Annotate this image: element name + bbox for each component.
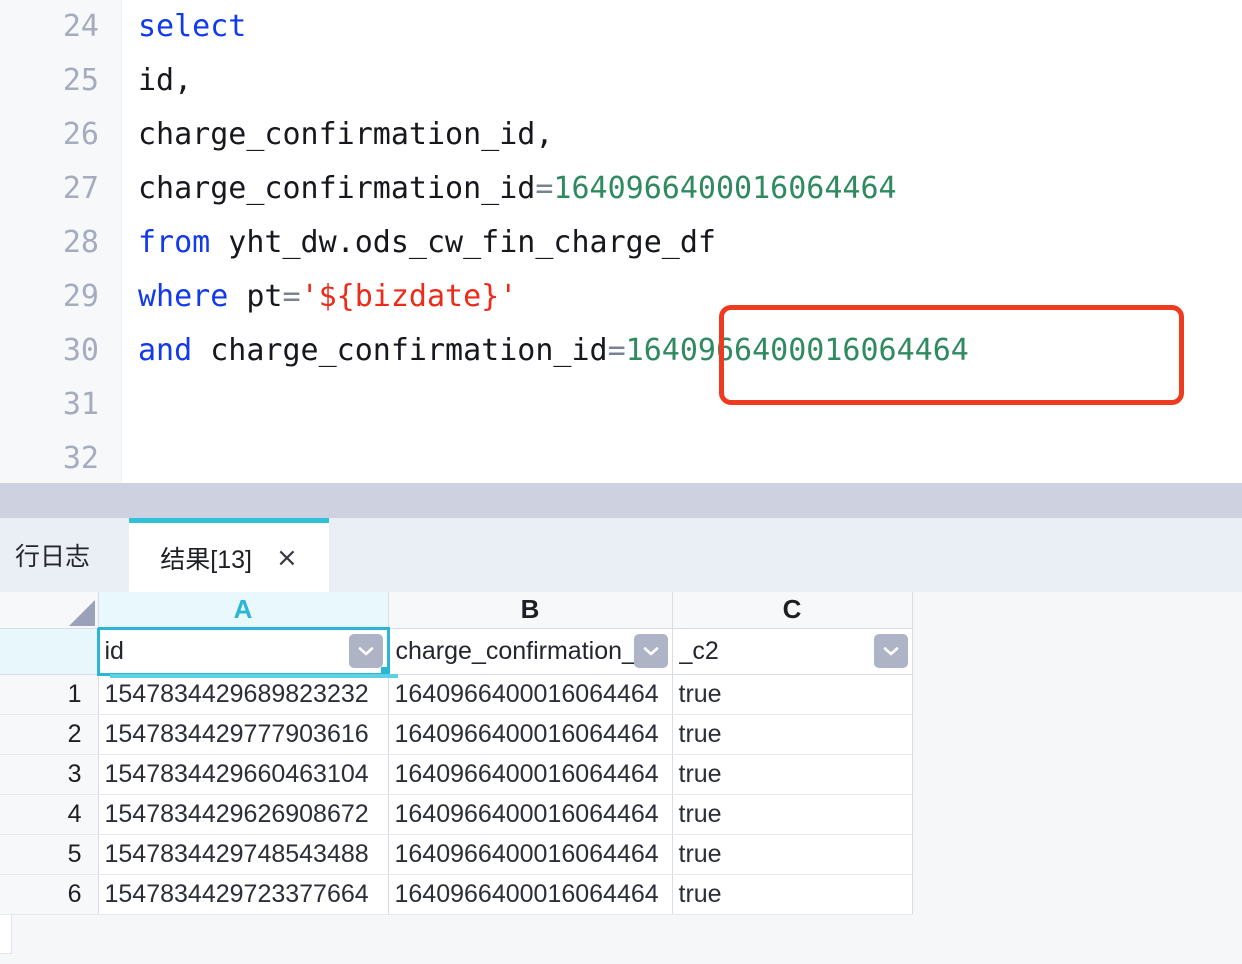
code-token-num: 1640966400016064464	[625, 333, 969, 368]
table-cell[interactable]: 1547834429626908672	[98, 794, 389, 835]
code-token-plain: charge_confirmation_id	[138, 171, 536, 206]
code-line[interactable]: from yht_dw.ods_cw_fin_charge_df	[122, 216, 1242, 270]
table-row[interactable]: 4 1547834429626908672 1640966400016064464 t…	[0, 794, 913, 835]
result-grid-container[interactable]: A B Cid charge_confirmation_i _c2 1 1547834429…	[0, 592, 1242, 964]
panel-splitter[interactable]	[0, 483, 1242, 518]
result-grid[interactable]: A B Cid charge_confirmation_i _c2 1 1547834429…	[0, 592, 913, 915]
code-token-plain: id,	[138, 63, 193, 98]
line-number: 24	[62, 9, 99, 44]
row-number[interactable]: 1	[0, 674, 99, 715]
table-cell[interactable]: 1640966400016064464	[388, 754, 673, 795]
code-line[interactable]: select	[122, 0, 1242, 54]
code-area[interactable]: select id, charge_confirmation_id, charge_c…	[122, 0, 1242, 483]
table-cell[interactable]: 1640966400016064464	[388, 874, 673, 915]
row-number[interactable]: 4	[0, 794, 99, 835]
results-tabbar: 行日志 结果[13] ×	[0, 518, 1242, 592]
row-number[interactable]: 5	[0, 834, 99, 875]
code-line[interactable]: id,	[122, 54, 1242, 108]
select-all-triangle-icon	[68, 599, 95, 626]
sliver-cell	[0, 914, 12, 954]
line-number: 26	[62, 117, 99, 152]
code-token-op: =	[535, 171, 554, 206]
field-header-label: id	[104, 636, 124, 665]
code-line[interactable]: and charge_confirmation_id=1640966400016…	[122, 324, 1242, 378]
field-header-label: _c2	[678, 636, 719, 665]
code-token-plain: charge_confirmation_id,	[138, 117, 554, 152]
sql-editor[interactable]: 24 25 26 27 28 29 30 31 32 select id, charge_confi…	[0, 0, 1242, 483]
tab-run-log[interactable]: 行日志	[0, 518, 90, 592]
table-cell[interactable]: true	[672, 754, 913, 795]
line-number: 30	[62, 333, 99, 368]
field-row-corner	[0, 628, 99, 675]
table-cell[interactable]: 1547834429689823232	[98, 674, 389, 715]
table-cell[interactable]: 1640966400016064464	[388, 794, 673, 835]
code-line[interactable]: charge_confirmation_id=16409664000160644…	[122, 162, 1242, 216]
field-name-row: id charge_confirmation_i _c2	[0, 626, 913, 676]
chevron-down-icon[interactable]	[873, 634, 908, 668]
row-number[interactable]: 2	[0, 714, 99, 755]
field-header-cell-a[interactable]: id	[96, 626, 390, 676]
row-number[interactable]: 3	[0, 754, 99, 795]
table-row[interactable]: 2 1547834429777903616 1640966400016064464 t…	[0, 714, 913, 755]
fill-handle[interactable]	[380, 666, 385, 671]
chevron-down-icon[interactable]	[633, 634, 668, 668]
select-all-corner[interactable]	[0, 592, 99, 629]
tab-result-label: 结果[13]	[160, 545, 252, 574]
close-icon[interactable]: ×	[276, 545, 298, 571]
table-cell[interactable]: 1547834429660463104	[98, 754, 389, 795]
table-cell[interactable]: true	[672, 714, 913, 755]
table-row[interactable]: 5 1547834429748543488 1640966400016064464 t…	[0, 834, 913, 875]
app-root: 24 25 26 27 28 29 30 31 32 select id, charge_confi…	[0, 0, 1242, 964]
table-row[interactable]: 6 1547834429723377664 1640966400016064464 t…	[0, 874, 913, 915]
code-token-num: 1640966400016064464	[553, 171, 897, 206]
line-number: 25	[62, 63, 99, 98]
results-panel: 行日志 结果[13] × A B Cid charge_confirmation_i _…	[0, 518, 1242, 964]
field-header-cell-b[interactable]: charge_confirmation_i	[388, 628, 673, 675]
row-number[interactable]: 6	[0, 874, 99, 915]
table-cell[interactable]: true	[672, 674, 913, 715]
code-token-kw: select	[138, 9, 247, 44]
code-line[interactable]: where pt='${bizdate}'	[122, 270, 1242, 324]
field-header-cell-c[interactable]: _c2	[672, 628, 913, 675]
code-line[interactable]	[122, 378, 1242, 432]
line-number: 32	[62, 441, 99, 476]
code-token-op: =	[282, 279, 301, 314]
table-cell[interactable]: true	[672, 874, 913, 915]
code-token-op: =	[607, 333, 626, 368]
table-cell[interactable]: 1640966400016064464	[388, 834, 673, 875]
code-token-kw: and	[138, 333, 193, 368]
tab-result[interactable]: 结果[13] ×	[129, 518, 329, 592]
code-line[interactable]	[122, 432, 1242, 483]
line-number-gutter: 24 25 26 27 28 29 30 31 32	[0, 0, 122, 483]
code-token-plain: pt	[228, 279, 283, 314]
table-cell[interactable]: 1547834429777903616	[98, 714, 389, 755]
table-row[interactable]: 1 1547834429689823232 1640966400016064464 t…	[0, 674, 913, 715]
line-number: 28	[62, 225, 99, 260]
code-line[interactable]: charge_confirmation_id,	[122, 108, 1242, 162]
code-token-kw: where	[138, 279, 229, 314]
table-cell[interactable]: true	[672, 834, 913, 875]
table-cell[interactable]: true	[672, 794, 913, 835]
code-token-plain: yht_dw.ods_cw_fin_charge_df	[210, 225, 716, 260]
line-number: 31	[62, 387, 99, 422]
code-token-kw: from	[138, 225, 211, 260]
code-token-plain: charge_confirmation_id	[192, 333, 608, 368]
selected-column-top-indicator	[110, 674, 398, 678]
code-token-str: '${bizdate}'	[300, 279, 518, 314]
chevron-down-icon[interactable]	[348, 634, 383, 668]
table-cell[interactable]: 1547834429723377664	[98, 874, 389, 915]
column-letter-row: ABC	[0, 592, 913, 629]
table-row[interactable]: 3 1547834429660463104 1640966400016064464 t…	[0, 754, 913, 795]
column-header-b[interactable]: B	[388, 592, 673, 629]
column-header-c[interactable]: C	[672, 592, 913, 629]
table-cell[interactable]: 1640966400016064464	[388, 674, 673, 715]
field-header-label: charge_confirmation_i	[395, 636, 634, 665]
line-number: 27	[62, 171, 99, 206]
tab-run-log-label: 行日志	[14, 543, 90, 571]
column-header-a[interactable]: A	[98, 592, 389, 629]
table-cell[interactable]: 1640966400016064464	[388, 714, 673, 755]
line-number: 29	[62, 279, 99, 314]
table-cell[interactable]: 1547834429748543488	[98, 834, 389, 875]
